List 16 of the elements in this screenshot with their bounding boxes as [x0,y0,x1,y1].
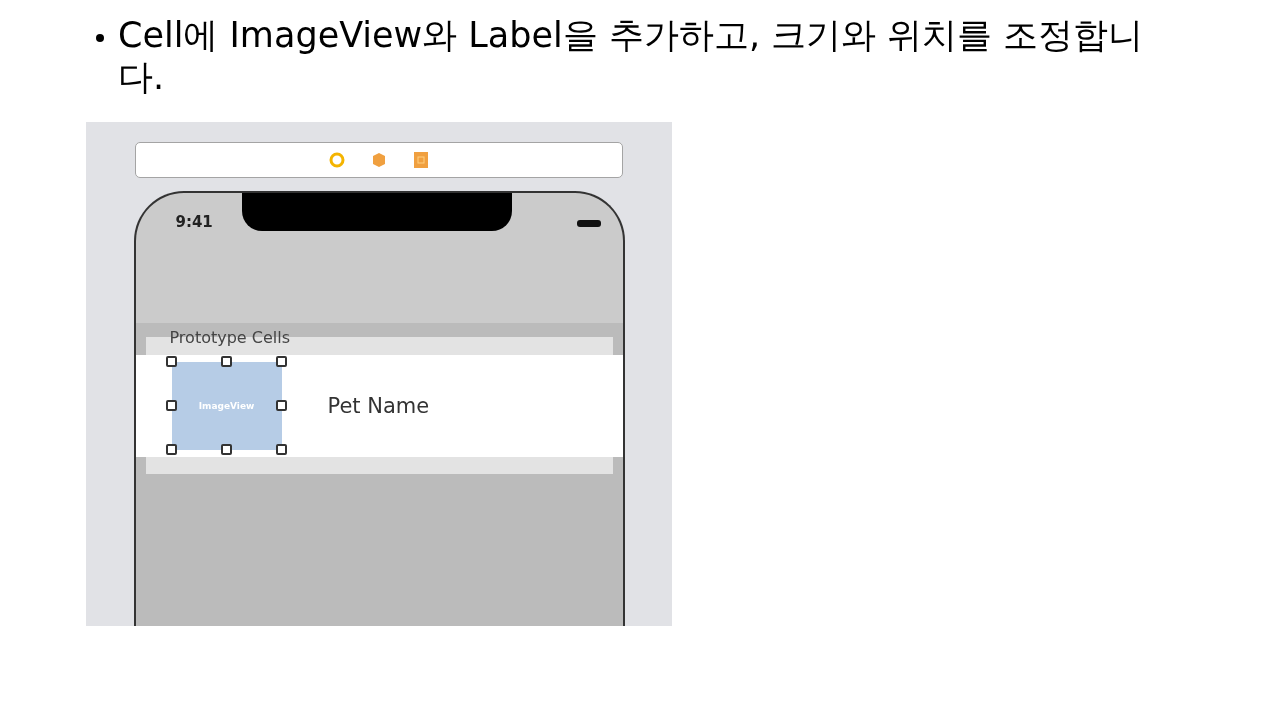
resize-handle[interactable] [275,400,287,411]
bullet-text: Cell에 ImageView와 Label을 추가하고, 크기와 위치를 조정합니다. [118,14,1145,98]
image-view-label: ImageView [198,401,255,411]
resize-handle[interactable] [165,444,177,455]
table-cell[interactable]: ImageView Pet Name [135,355,623,457]
resize-handle[interactable] [275,444,287,455]
status-time: 9:41 [175,213,213,231]
resize-handle[interactable] [165,400,177,411]
pet-name-label: Pet Name [327,394,430,418]
resize-handle[interactable] [165,356,177,367]
resize-handle[interactable] [275,356,287,367]
section-header-text: Prototype Cells [169,328,290,347]
battery-icon [576,220,601,227]
resize-handle[interactable] [220,444,232,455]
bullet-icon [96,34,104,42]
resize-handle[interactable] [220,356,232,367]
